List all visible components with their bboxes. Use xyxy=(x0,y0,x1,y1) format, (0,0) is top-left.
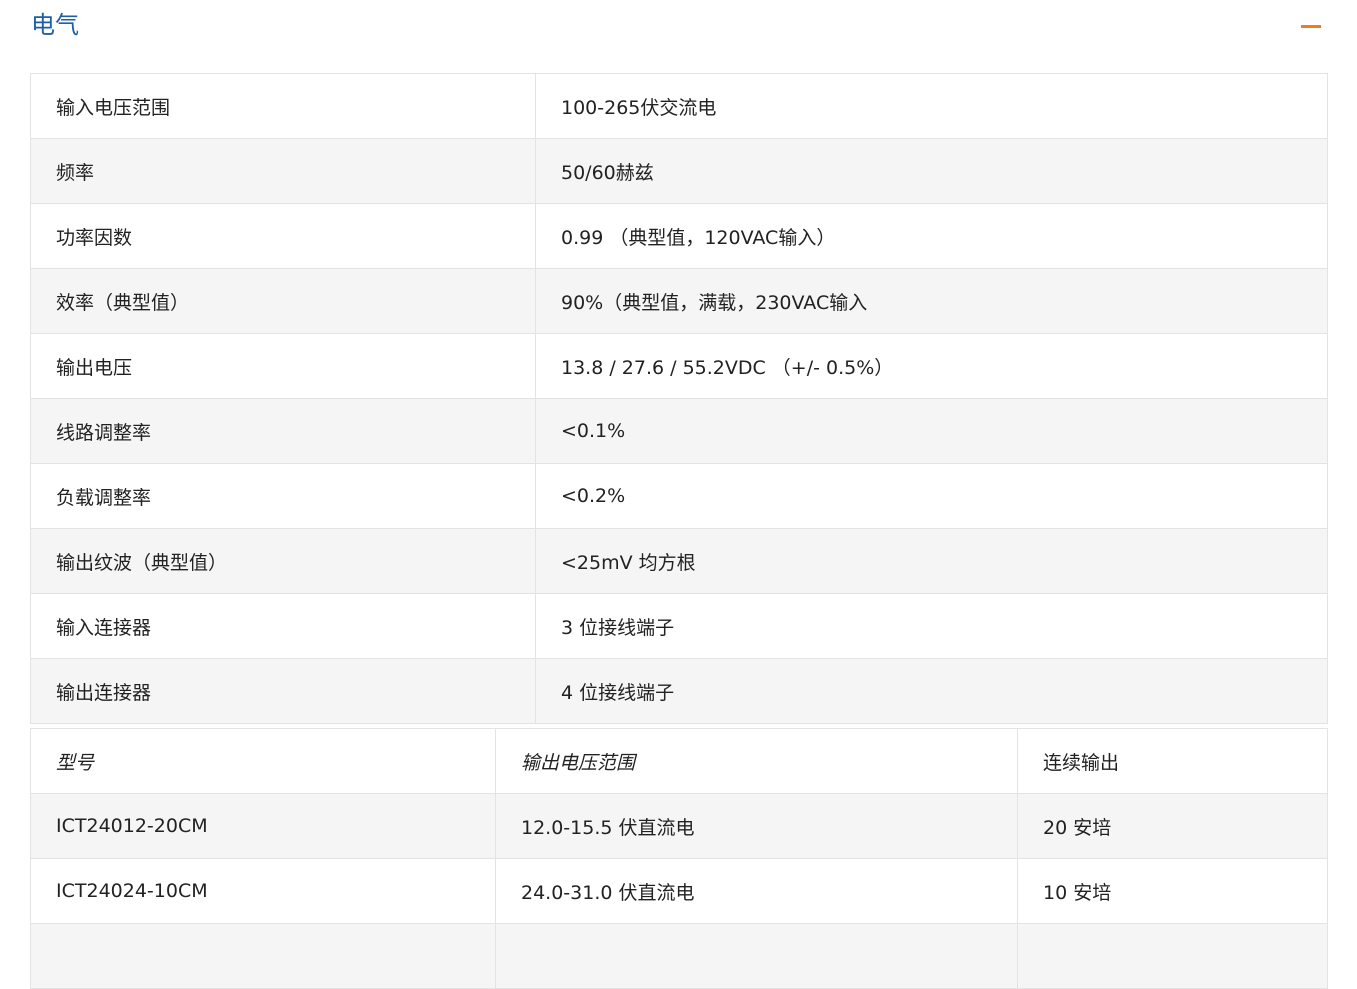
spec-label: 输入电压范围 xyxy=(30,73,536,139)
section-title: 电气 xyxy=(31,11,79,39)
collapse-button[interactable] xyxy=(1296,14,1326,38)
table-row: 输入连接器 3 位接线端子 xyxy=(30,593,1328,659)
column-header-voltage-range: 输出电压范围 xyxy=(495,728,1018,794)
table-header-row: 型号 输出电压范围 连续输出 xyxy=(30,728,1328,794)
table-row: 频率 50/60赫兹 xyxy=(30,138,1328,204)
spec-value: 100-265伏交流电 xyxy=(535,73,1328,139)
table-row: 负载调整率 <0.2% xyxy=(30,463,1328,529)
table-row: 线路调整率 <0.1% xyxy=(30,398,1328,464)
spec-label: 负载调整率 xyxy=(30,463,536,529)
voltage-range-cell: 12.0-15.5 伏直流电 xyxy=(495,793,1018,859)
spec-value: 4 位接线端子 xyxy=(535,658,1328,724)
spec-value: 13.8 / 27.6 / 55.2VDC （+/- 0.5%） xyxy=(535,333,1328,399)
spec-value: 0.99 （典型值，120VAC输入） xyxy=(535,203,1328,269)
spec-label: 输出电压 xyxy=(30,333,536,399)
spec-value: <0.2% xyxy=(535,463,1328,529)
spec-label: 频率 xyxy=(30,138,536,204)
model-table: 型号 输出电压范围 连续输出 ICT24012-20CM 12.0-15.5 伏… xyxy=(30,728,1328,989)
spec-value: <0.1% xyxy=(535,398,1328,464)
table-row: 输出电压 13.8 / 27.6 / 55.2VDC （+/- 0.5%） xyxy=(30,333,1328,399)
continuous-output-cell: 20 安培 xyxy=(1017,793,1328,859)
table-row: 功率因数 0.99 （典型值，120VAC输入） xyxy=(30,203,1328,269)
spec-label: 输出纹波（典型值） xyxy=(30,528,536,594)
spec-label: 线路调整率 xyxy=(30,398,536,464)
table-row: ICT24012-20CM 12.0-15.5 伏直流电 20 安培 xyxy=(30,793,1328,859)
spec-label: 功率因数 xyxy=(30,203,536,269)
model-cell: ICT24012-20CM xyxy=(30,793,496,859)
model-cell: ICT24024-10CM xyxy=(30,858,496,924)
spec-value: <25mV 均方根 xyxy=(535,528,1328,594)
column-header-model: 型号 xyxy=(30,728,496,794)
table-row xyxy=(30,923,1328,989)
minus-icon xyxy=(1301,25,1321,28)
electrical-spec-table: 输入电压范围 100-265伏交流电 频率 50/60赫兹 功率因数 0.99 … xyxy=(30,73,1328,724)
model-cell xyxy=(30,923,496,989)
table-row: 效率（典型值） 90%（典型值，满载，230VAC输入 xyxy=(30,268,1328,334)
spec-value: 3 位接线端子 xyxy=(535,593,1328,659)
spec-value: 50/60赫兹 xyxy=(535,138,1328,204)
spec-value: 90%（典型值，满载，230VAC输入 xyxy=(535,268,1328,334)
continuous-output-cell xyxy=(1017,923,1328,989)
spec-label: 输出连接器 xyxy=(30,658,536,724)
spec-label: 输入连接器 xyxy=(30,593,536,659)
section-header[interactable]: 电气 xyxy=(0,0,1357,52)
continuous-output-cell: 10 安培 xyxy=(1017,858,1328,924)
table-row: ICT24024-10CM 24.0-31.0 伏直流电 10 安培 xyxy=(30,858,1328,924)
table-row: 输出连接器 4 位接线端子 xyxy=(30,658,1328,724)
column-header-continuous-output: 连续输出 xyxy=(1017,728,1328,794)
table-row: 输出纹波（典型值） <25mV 均方根 xyxy=(30,528,1328,594)
table-row: 输入电压范围 100-265伏交流电 xyxy=(30,73,1328,139)
voltage-range-cell xyxy=(495,923,1018,989)
spec-label: 效率（典型值） xyxy=(30,268,536,334)
voltage-range-cell: 24.0-31.0 伏直流电 xyxy=(495,858,1018,924)
